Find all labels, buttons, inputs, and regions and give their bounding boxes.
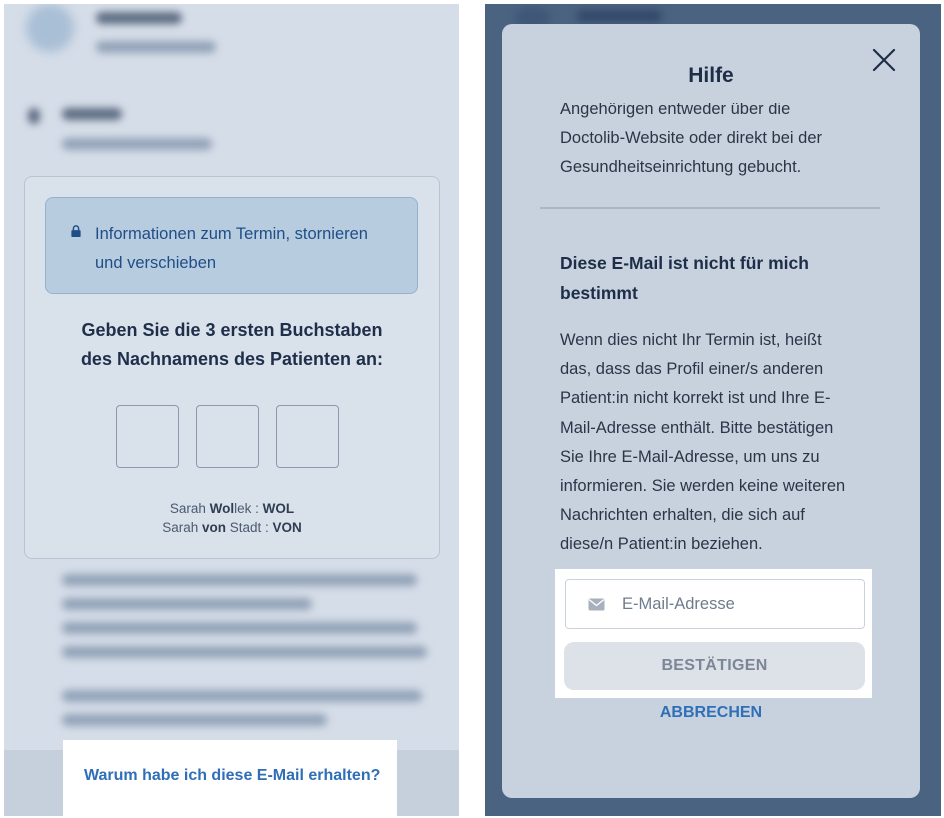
doctor-avatar bbox=[26, 4, 74, 52]
envelope-icon bbox=[588, 598, 605, 611]
info-box-line2: und verschieben bbox=[95, 254, 217, 272]
section-title: Diese E-Mail ist nicht für mich bestimmt bbox=[560, 248, 860, 308]
blurred-name bbox=[577, 10, 662, 22]
lock-icon bbox=[71, 225, 81, 237]
letters-prompt: Geben Sie die 3 ersten Buchstaben des Na… bbox=[25, 316, 439, 374]
letter-input-3[interactable] bbox=[276, 405, 339, 468]
example-wollek: Sarah Wollek : WOL bbox=[25, 501, 439, 516]
section-line: Nachrichten erhalten, die sich auf bbox=[560, 506, 805, 525]
section-title-line2: bestimmt bbox=[560, 283, 638, 303]
blurred-text-line bbox=[62, 574, 417, 586]
section-line: Wenn dies nicht Ihr Termin ist, heißt bbox=[560, 331, 822, 349]
blurred-text-line bbox=[62, 690, 422, 702]
section-line: informieren. Sie werden keine weiteren bbox=[560, 477, 846, 496]
right-panel-overlay: Hilfe Angehörigen entweder über die Doct… bbox=[485, 4, 941, 816]
email-confirm-form: E-Mail-Adresse BESTÄTIGEN bbox=[555, 569, 872, 698]
example-von-stadt: Sarah von Stadt : VON bbox=[25, 520, 439, 535]
blurred-doctor-specialty bbox=[96, 41, 216, 53]
example1-prefix: Sarah bbox=[169, 501, 210, 516]
modal-title: Hilfe bbox=[688, 64, 734, 87]
letters-prompt-line2: des Nachnamens des Patienten an: bbox=[80, 349, 384, 369]
confirm-button[interactable]: BESTÄTIGEN bbox=[564, 642, 865, 690]
blurred-text-line bbox=[62, 646, 427, 658]
blurred-patient-value bbox=[62, 138, 212, 150]
example2-prefix: Sarah bbox=[162, 520, 202, 535]
blurred-text-line bbox=[62, 598, 312, 610]
appointment-info-box: Informationen zum Termin, stornieren und… bbox=[45, 197, 418, 294]
cancel-link[interactable]: ABBRECHEN bbox=[502, 704, 920, 722]
blurred-text-line bbox=[62, 622, 417, 634]
letter-input-1[interactable] bbox=[116, 405, 179, 468]
blurred-patient-icon bbox=[28, 108, 40, 124]
section-title-line1: Diese E-Mail ist nicht für mich bbox=[560, 253, 809, 273]
email-input[interactable]: E-Mail-Adresse bbox=[565, 579, 865, 629]
section-line: Mail-Adresse enthält. Bitte bestätigen bbox=[560, 418, 834, 437]
section-line: das, dass das Profil einer/s anderen bbox=[560, 360, 824, 379]
section-body: Wenn dies nicht Ihr Termin ist, heißt da… bbox=[560, 326, 865, 560]
faq-line: Gesundheitseinrichtung gebucht. bbox=[560, 158, 802, 176]
blurred-patient-label bbox=[62, 108, 122, 120]
section-line: Patient:in nicht korrekt ist und Ihre E- bbox=[560, 389, 831, 408]
example2-rest: Stadt : bbox=[226, 520, 273, 535]
faq-previous-answer: Angehörigen entweder über die Doctolib-W… bbox=[560, 103, 860, 193]
faq-line: Angehörigen entweder über die bbox=[560, 103, 791, 118]
letter-input-2[interactable] bbox=[196, 405, 259, 468]
section-line: diese/n Patient:in beziehen. bbox=[560, 535, 763, 554]
blurred-doctor-name bbox=[96, 12, 182, 24]
why-email-link[interactable]: Warum habe ich diese E-Mail erhalten? bbox=[63, 740, 397, 816]
verification-card: Informationen zum Termin, stornieren und… bbox=[24, 176, 440, 559]
email-placeholder: E-Mail-Adresse bbox=[622, 595, 735, 613]
help-modal: Hilfe Angehörigen entweder über die Doct… bbox=[502, 24, 920, 798]
section-line: Sie Ihre E-Mail-Adresse, um uns zu bbox=[560, 447, 820, 466]
example1-rest: lek : bbox=[234, 501, 263, 516]
letters-prompt-line1: Geben Sie die 3 ersten Buchstaben bbox=[81, 320, 383, 340]
section-divider bbox=[540, 207, 880, 209]
example1-code: WOL bbox=[262, 501, 295, 516]
blurred-text-line bbox=[62, 714, 327, 726]
example2-bold: von bbox=[201, 520, 226, 535]
example1-bold: Wol bbox=[209, 501, 235, 516]
example2-code: VON bbox=[272, 520, 302, 535]
left-panel: Informationen zum Termin, stornieren und… bbox=[4, 4, 459, 816]
info-box-line1: Informationen zum Termin, stornieren bbox=[95, 225, 368, 243]
faq-line: Doctolib-Website oder direkt bei der bbox=[560, 129, 822, 147]
